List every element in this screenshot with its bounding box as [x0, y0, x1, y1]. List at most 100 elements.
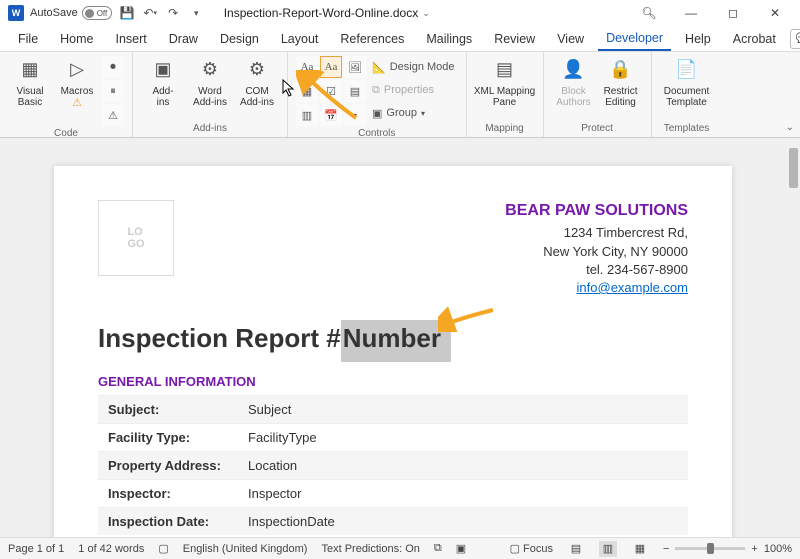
tab-view[interactable]: View	[549, 28, 592, 50]
tab-draw[interactable]: Draw	[161, 28, 206, 50]
macros-button[interactable]: ▷ Macros ⚠	[55, 56, 99, 111]
pause-recording-button[interactable]: ⏸	[102, 80, 124, 102]
tab-review[interactable]: Review	[486, 28, 543, 50]
zoom-control[interactable]: − + 100%	[663, 543, 792, 555]
visual-basic-icon: ▦	[16, 56, 44, 84]
collapse-ribbon-button[interactable]: ⌄	[786, 122, 794, 133]
macro-status-icon[interactable]: ▣	[456, 542, 466, 555]
xml-mapping-pane-button[interactable]: ▤XML Mapping Pane	[475, 56, 535, 108]
legacy-tools-button[interactable]: ▾	[344, 104, 366, 126]
language-indicator[interactable]: English (United Kingdom)	[183, 543, 308, 555]
company-name: BEAR PAW SOLUTIONS	[505, 200, 688, 222]
tab-file[interactable]: File	[10, 28, 46, 50]
tab-mailings[interactable]: Mailings	[418, 28, 480, 50]
search-icon[interactable]: 🔍︎	[638, 2, 660, 24]
web-layout-button[interactable]: ▦	[631, 541, 649, 557]
addins-button[interactable]: ▣Add- ins	[141, 56, 185, 108]
building-block-control-button[interactable]: ▦	[296, 80, 318, 102]
save-icon[interactable]: 💾	[120, 6, 135, 21]
chevron-down-icon: ⌄	[422, 8, 430, 19]
zoom-slider[interactable]	[675, 547, 745, 550]
com-addins-icon: ⚙	[243, 56, 271, 84]
page-indicator[interactable]: Page 1 of 1	[8, 543, 64, 555]
group-templates: 📄Document Template Templates	[652, 52, 722, 137]
company-tel: tel. 234-567-8900	[505, 261, 688, 279]
macro-security-button[interactable]: ⚠	[102, 104, 124, 126]
tab-references[interactable]: References	[332, 28, 412, 50]
com-addins-button[interactable]: ⚙COM Add-ins	[235, 56, 279, 108]
word-count[interactable]: 1 of 42 words	[78, 543, 144, 555]
accessibility-icon[interactable]: ⧉	[434, 542, 442, 555]
tab-home[interactable]: Home	[52, 28, 101, 50]
close-button[interactable]: ✕	[764, 2, 786, 24]
visual-basic-button[interactable]: ▦ Visual Basic	[8, 56, 52, 108]
restrict-editing-button[interactable]: 🔒Restrict Editing	[599, 56, 643, 108]
checkbox-control-button[interactable]: ☑	[320, 80, 342, 102]
table-row: Inspector:Inspector	[98, 480, 688, 508]
document-template-button[interactable]: 📄Document Template	[660, 56, 714, 108]
spell-check-icon[interactable]: ▢	[158, 542, 168, 555]
properties-button[interactable]: ⧉Properties	[369, 79, 458, 101]
zoom-in-button[interactable]: +	[751, 543, 757, 555]
group-label-mapping: Mapping	[475, 121, 535, 137]
comments-button[interactable]: 💬	[790, 29, 800, 49]
qat-customize[interactable]: ▾	[189, 6, 204, 21]
combo-box-control-button[interactable]: ▤	[344, 80, 366, 102]
tab-layout[interactable]: Layout	[273, 28, 327, 50]
autosave-toggle[interactable]: Off	[82, 6, 112, 20]
quick-access-toolbar: 💾 ↶▾ ↷ ▾	[120, 6, 204, 21]
focus-mode[interactable]: ▢ Focus	[510, 542, 553, 555]
date-picker-control-button[interactable]: 📅	[320, 104, 342, 126]
design-mode-button[interactable]: 📐Design Mode	[369, 56, 458, 78]
print-layout-button[interactable]: ▥	[599, 541, 617, 557]
ribbon: ▦ Visual Basic ▷ Macros ⚠ ⏺ ⏸ ⚠ Code ▣Ad…	[0, 52, 800, 138]
controls-options: 📐Design Mode ⧉Properties ▣Group▾	[369, 56, 458, 124]
undo-button[interactable]: ↶▾	[143, 6, 158, 21]
minimize-button[interactable]: —	[680, 2, 702, 24]
group-addins: ▣Add- ins ⚙Word Add-ins ⚙COM Add-ins Add…	[133, 52, 288, 137]
zoom-level[interactable]: 100%	[764, 543, 792, 555]
document-area[interactable]: LOGO BEAR PAW SOLUTIONS 1234 Timbercrest…	[0, 138, 786, 537]
maximize-button[interactable]: ◻	[722, 2, 744, 24]
group-label-protect: Protect	[552, 121, 643, 137]
tab-acrobat[interactable]: Acrobat	[725, 28, 784, 50]
ribbon-tabs: File Home Insert Draw Design Layout Refe…	[0, 26, 800, 52]
scrollbar-thumb[interactable]	[789, 148, 798, 188]
dropdown-control-button[interactable]: ▥	[296, 104, 318, 126]
block-authors-button[interactable]: 👤Block Authors	[552, 56, 596, 108]
rich-text-control-button[interactable]: Aa	[296, 56, 318, 78]
section-heading: GENERAL INFORMATION	[98, 374, 688, 389]
logo-placeholder: LOGO	[98, 200, 174, 276]
vertical-scrollbar[interactable]	[786, 138, 800, 537]
info-table: Subject:Subject Facility Type:FacilityTy…	[98, 395, 688, 535]
record-macro-button[interactable]: ⏺	[102, 56, 124, 78]
company-email-link[interactable]: info@example.com	[577, 280, 688, 295]
warning-icon: ⚠	[72, 97, 82, 109]
table-row: Facility Type:FacilityType	[98, 424, 688, 452]
properties-icon: ⧉	[372, 84, 380, 97]
zoom-out-button[interactable]: −	[663, 543, 669, 555]
plain-text-control-button[interactable]: Aa	[320, 56, 342, 78]
tab-help[interactable]: Help	[677, 28, 719, 50]
document-title[interactable]: Inspection-Report-Word-Online.docx ⌄	[224, 6, 430, 20]
block-authors-icon: 👤	[560, 56, 588, 84]
macros-icon: ▷	[63, 56, 91, 84]
table-row: Inspection Date:InspectionDate	[98, 508, 688, 536]
number-content-control[interactable]: Number	[341, 320, 451, 362]
tab-design[interactable]: Design	[212, 28, 267, 50]
tab-insert[interactable]: Insert	[108, 28, 155, 50]
company-city: New York City, NY 90000	[505, 243, 688, 261]
group-code: ▦ Visual Basic ▷ Macros ⚠ ⏺ ⏸ ⚠ Code	[0, 52, 133, 137]
group-label-templates: Templates	[660, 121, 714, 137]
tab-developer[interactable]: Developer	[598, 27, 671, 51]
text-predictions[interactable]: Text Predictions: On	[321, 543, 419, 555]
xml-mapping-icon: ▤	[491, 56, 519, 84]
redo-button[interactable]: ↷	[166, 6, 181, 21]
picture-control-button[interactable]: 🖼	[344, 56, 366, 78]
autosave-label: AutoSave	[30, 7, 78, 19]
word-addins-button[interactable]: ⚙Word Add-ins	[188, 56, 232, 108]
read-mode-button[interactable]: ▤	[567, 541, 585, 557]
group-button[interactable]: ▣Group▾	[369, 102, 458, 124]
group-icon: ▣	[372, 107, 382, 120]
word-app-icon: W	[8, 5, 24, 21]
